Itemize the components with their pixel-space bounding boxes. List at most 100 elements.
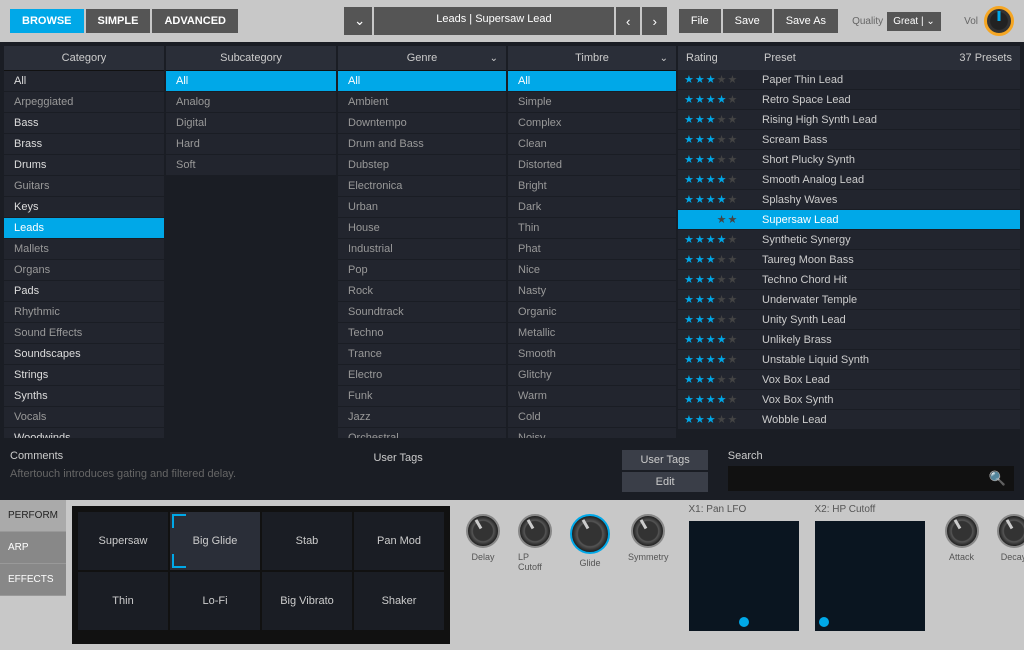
performance-pad[interactable]: Lo-Fi [170,572,260,630]
preset-list[interactable]: ★★★★★Paper Thin Lead★★★★★Retro Space Lea… [678,70,1020,438]
list-item[interactable]: Clean [508,134,676,154]
save-as-button[interactable]: Save As [774,9,838,33]
rating-stars[interactable]: ★★★★★ [684,73,762,86]
list-item[interactable]: Metallic [508,323,676,343]
list-item[interactable]: Downtempo [338,113,506,133]
list-item[interactable]: Rock [338,281,506,301]
list-item[interactable]: All [4,71,164,91]
preset-row[interactable]: ★★★★★Supersaw Lead [678,210,1020,229]
timbre-list[interactable]: AllSimpleComplexCleanDistortedBrightDark… [508,71,676,438]
list-item[interactable]: All [166,71,336,91]
rating-stars[interactable]: ★★★★★ [684,113,762,126]
tab-arp[interactable]: ARP [0,532,66,564]
list-item[interactable]: Leads [4,218,164,238]
rating-stars[interactable]: ★★★★★ [684,173,762,186]
list-item[interactable]: Bright [508,176,676,196]
performance-pad[interactable]: Shaker [354,572,444,630]
next-preset[interactable]: › [642,7,666,35]
list-item[interactable]: Electro [338,365,506,385]
list-item[interactable]: Pop [338,260,506,280]
preset-row[interactable]: ★★★★★Underwater Temple [678,290,1020,309]
preset-row[interactable]: ★★★★★Vox Box Lead [678,370,1020,389]
rating-stars[interactable]: ★★★★★ [684,253,762,266]
xy2-pad[interactable] [815,521,925,631]
list-item[interactable]: Organic [508,302,676,322]
list-item[interactable]: Soundscapes [4,344,164,364]
list-item[interactable]: Distorted [508,155,676,175]
category-header[interactable]: Category [4,46,164,71]
list-item[interactable]: Arpeggiated [4,92,164,112]
edit-button[interactable]: Edit [622,472,707,492]
rating-stars[interactable]: ★★★★★ [684,153,762,166]
preset-row[interactable]: ★★★★★Smooth Analog Lead [678,170,1020,189]
list-item[interactable]: Orchestral [338,428,506,438]
list-item[interactable]: Industrial [338,239,506,259]
preset-row[interactable]: ★★★★★Wobble Lead [678,410,1020,429]
list-item[interactable]: Soundtrack [338,302,506,322]
tab-simple[interactable]: SIMPLE [86,9,151,33]
xy1-pad[interactable] [689,521,799,631]
preset-row[interactable]: ★★★★★Unstable Liquid Synth [678,350,1020,369]
list-item[interactable]: Mallets [4,239,164,259]
list-item[interactable]: Soft [166,155,336,175]
rating-stars[interactable]: ★★★★★ [684,93,762,106]
list-item[interactable]: Digital [166,113,336,133]
list-item[interactable]: Trance [338,344,506,364]
list-item[interactable]: Warm [508,386,676,406]
performance-pad[interactable]: Thin [78,572,168,630]
list-item[interactable]: Electronica [338,176,506,196]
performance-pad[interactable]: Big Glide [170,512,260,570]
preset-dropdown[interactable]: ⌄ [344,7,372,35]
preset-row[interactable]: ★★★★★Taureg Moon Bass [678,250,1020,269]
name-header[interactable]: Preset [764,52,959,64]
search-icon[interactable]: 🔍 [985,470,1010,487]
rating-stars[interactable]: ★★★★★ [684,213,762,226]
list-item[interactable]: Thin [508,218,676,238]
list-item[interactable]: Drum and Bass [338,134,506,154]
list-item[interactable]: Funk [338,386,506,406]
list-item[interactable]: Synths [4,386,164,406]
list-item[interactable]: Techno [338,323,506,343]
knob[interactable] [631,514,665,548]
list-item[interactable]: Cold [508,407,676,427]
tab-advanced[interactable]: ADVANCED [152,9,238,33]
rating-stars[interactable]: ★★★★★ [684,293,762,306]
category-list[interactable]: AllArpeggiatedBassBrassDrumsGuitarsKeysL… [4,71,164,438]
list-item[interactable]: Woodwinds [4,428,164,438]
list-item[interactable]: Keys [4,197,164,217]
list-item[interactable]: Strings [4,365,164,385]
list-item[interactable]: Drums [4,155,164,175]
volume-knob[interactable] [984,6,1014,36]
list-item[interactable]: Noisy [508,428,676,438]
preset-row[interactable]: ★★★★★Rising High Synth Lead [678,110,1020,129]
tab-browse[interactable]: BROWSE [10,9,84,33]
preset-title[interactable]: Leads | Supersaw Lead [374,7,614,35]
list-item[interactable]: Guitars [4,176,164,196]
knob[interactable] [466,514,500,548]
rating-stars[interactable]: ★★★★★ [684,133,762,146]
list-item[interactable]: Organs [4,260,164,280]
knob[interactable] [570,514,610,554]
list-item[interactable]: Bass [4,113,164,133]
rating-stars[interactable]: ★★★★★ [684,233,762,246]
list-item[interactable]: Glitchy [508,365,676,385]
preset-row[interactable]: ★★★★★Unlikely Brass [678,330,1020,349]
list-item[interactable]: Analog [166,92,336,112]
list-item[interactable]: Nasty [508,281,676,301]
list-item[interactable]: Ambient [338,92,506,112]
performance-pad[interactable]: Big Vibrato [262,572,352,630]
list-item[interactable]: Simple [508,92,676,112]
search-input[interactable] [732,471,985,486]
preset-row[interactable]: ★★★★★Scream Bass [678,130,1020,149]
preset-row[interactable]: ★★★★★Splashy Waves [678,190,1020,209]
list-item[interactable]: Pads [4,281,164,301]
list-item[interactable]: Vocals [4,407,164,427]
tab-effects[interactable]: EFFECTS [0,564,66,596]
list-item[interactable]: House [338,218,506,238]
subcategory-list[interactable]: AllAnalogDigitalHardSoft [166,71,336,438]
list-item[interactable]: Dubstep [338,155,506,175]
list-item[interactable]: Rhythmic [4,302,164,322]
rating-stars[interactable]: ★★★★★ [684,393,762,406]
genre-header[interactable]: Genre⌄ [338,46,506,71]
rating-stars[interactable]: ★★★★★ [684,313,762,326]
